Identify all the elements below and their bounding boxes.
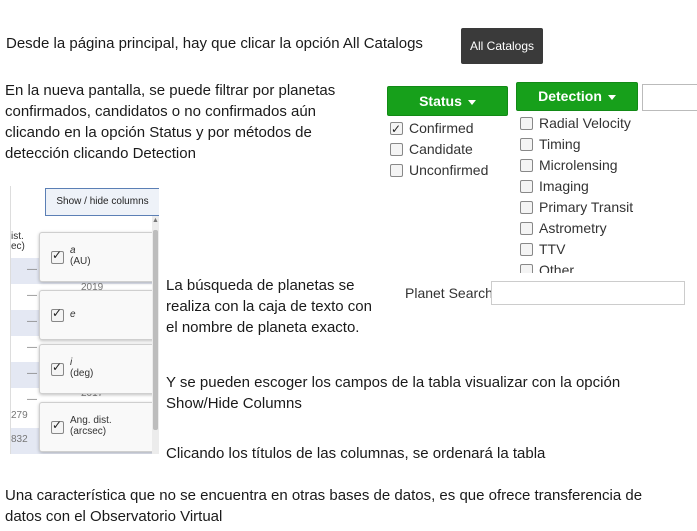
columns-paragraph: Y se pueden escoger los campos de la tab… [166,372,695,414]
checkbox-icon[interactable] [51,306,64,322]
column-toggle-e[interactable]: e [39,290,159,340]
row-value: 279 [11,410,28,421]
caret-down-icon [467,99,476,105]
status-menu: Confirmed Candidate Unconfirmed [390,118,506,181]
scroll-thumb[interactable] [153,230,158,430]
row-value: — [27,290,37,301]
sort-paragraph: Clicando los títulos de las columnas, se… [166,445,546,462]
row-value: — [27,264,37,275]
column-header-cut[interactable]: ist. ec) [11,232,25,252]
search-line: La búsqueda de planetas se [166,277,355,294]
column-unit: (deg) [70,368,94,379]
checkbox-icon[interactable] [520,180,533,193]
filter-paragraph: En la nueva pantalla, se puede filtrar p… [5,80,383,164]
column-name: a [70,245,76,256]
scrollbar[interactable] [152,216,159,454]
filter-line: detección clicando Detection [5,145,196,162]
column-name: Ang. dist. [70,415,112,426]
status-option-candidate[interactable]: Candidate [390,139,506,160]
status-option-unconfirmed[interactable]: Unconfirmed [390,160,506,181]
column-name: e [70,309,76,320]
column-toggle-i[interactable]: i(deg) [39,344,159,394]
checkbox-icon[interactable] [51,248,64,264]
detection-option[interactable]: Timing [520,134,680,155]
column-unit: (arcsec) [70,426,107,437]
checkbox-icon[interactable] [520,117,533,130]
planet-search-label: Planet Search [405,285,493,301]
checkbox-icon[interactable] [390,164,403,177]
detection-option[interactable]: Primary Transit [520,197,680,218]
column-toggle-ang-dist[interactable]: Ang. dist.(arcsec) [39,402,159,452]
column-unit: (AU) [70,256,91,267]
column-toggle-a[interactable]: a(AU) [39,232,159,282]
checkbox-icon[interactable] [390,119,403,140]
checkbox-icon[interactable] [51,418,64,434]
row-value: — [27,316,37,327]
row-value: — [27,394,37,405]
status-option-confirmed[interactable]: Confirmed [390,118,506,140]
search-line: el nombre de planeta exacto. [166,319,360,336]
closing-line: Una característica que no se encuentra e… [5,487,643,504]
intro-text: Desde la página principal, hay que clica… [6,35,423,52]
row-value: — [27,342,37,353]
search-line: realiza con la caja de texto con [166,298,372,315]
checkbox-icon[interactable] [51,360,64,376]
show-hide-columns-panel: Show / hide columns ist. ec) — —2019 — —… [10,186,159,454]
detection-option-label: Imaging [539,178,589,194]
detection-button-label: Detection [538,88,602,104]
detection-option[interactable]: Imaging [520,176,680,197]
caret-down-icon [607,94,616,100]
detection-option[interactable]: Other [520,260,680,273]
status-button-label: Status [419,93,462,109]
filter-line: clicando en la opción Status y por métod… [5,124,312,141]
detection-option[interactable]: Microlensing [520,155,680,176]
detection-option-label: Astrometry [539,220,607,236]
column-name: i [70,357,73,368]
show-hide-columns-button[interactable]: Show / hide columns [45,188,159,216]
checkbox-icon[interactable] [390,143,403,156]
checkbox-icon[interactable] [520,159,533,172]
checkbox-icon[interactable] [520,201,533,214]
closing-paragraph: Una característica que no se encuentra e… [5,485,695,527]
detection-filter-input[interactable] [642,84,697,111]
search-paragraph: La búsqueda de planetas se realiza con l… [166,275,384,338]
checkbox-icon[interactable] [520,243,533,256]
detection-option[interactable]: TTV [520,239,680,260]
status-option-label: Unconfirmed [409,162,489,178]
checkbox-icon[interactable] [520,222,533,235]
filter-line: confirmados, candidatos o no confirmados… [5,103,317,120]
detection-option-label: Other [539,262,575,273]
planet-search-input[interactable] [491,281,685,305]
detection-option-label: Radial Velocity [539,115,631,131]
scroll-up-arrow-icon[interactable]: ▲ [152,216,159,226]
detection-option-label: Primary Transit [539,199,634,215]
status-option-label: Candidate [409,141,473,157]
columns-line: Show/Hide Columns [166,395,302,412]
closing-line: datos con el Observatorio Virtual [5,508,223,525]
checkbox-icon[interactable] [520,138,533,151]
all-catalogs-button[interactable]: All Catalogs [461,28,543,64]
detection-button[interactable]: Detection [516,82,638,111]
detection-option-label: Timing [539,136,581,152]
detection-option[interactable]: Astrometry [520,218,680,239]
status-button[interactable]: Status [387,86,508,116]
detection-option-label: TTV [539,241,566,257]
checkbox-icon[interactable] [520,264,533,273]
detection-option-label: Microlensing [539,157,618,173]
filter-line: En la nueva pantalla, se puede filtrar p… [5,82,336,99]
header-cut-line: ec) [11,241,25,252]
row-value: — [27,368,37,379]
detection-menu: Radial Velocity Timing Microlensing Imag… [520,113,680,273]
columns-line: Y se pueden escoger los campos de la tab… [166,374,621,391]
detection-option[interactable]: Radial Velocity [520,113,680,134]
row-value: 832 [11,434,28,445]
status-option-label: Confirmed [409,120,474,136]
